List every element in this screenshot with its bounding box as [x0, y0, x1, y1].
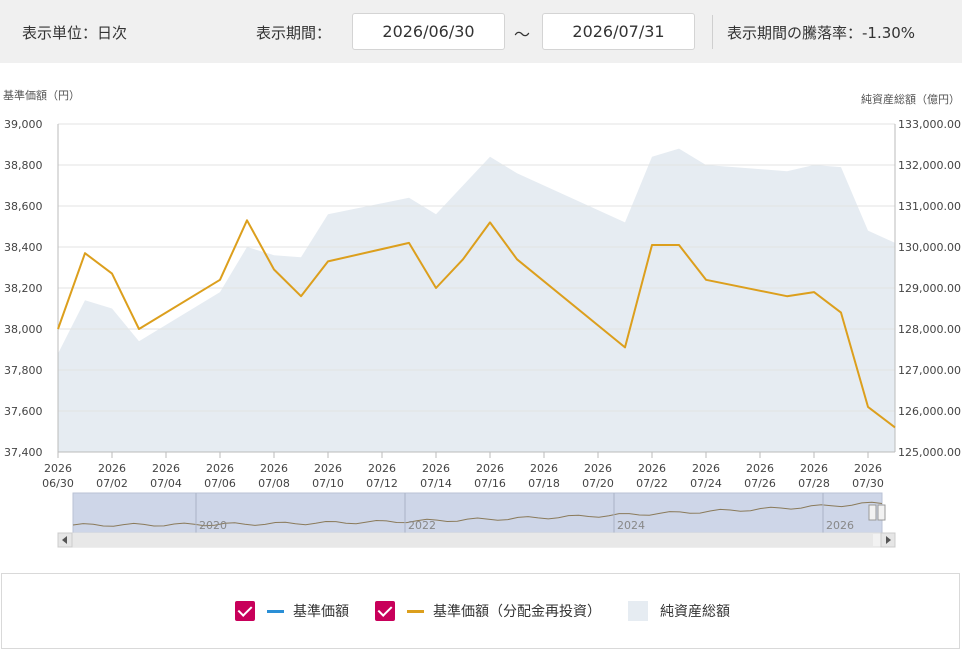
x-tick-label-year: 2026 — [530, 462, 558, 475]
y-left-tick-label: 38,800 — [4, 159, 43, 172]
y-right-tick-label: 126,000.00 — [898, 405, 961, 418]
navigator-year-label: 2022 — [408, 519, 436, 532]
x-tick-label-date: 07/28 — [798, 477, 830, 490]
legend-swatch-nav-reinvested — [407, 609, 424, 613]
x-tick-label-date: 07/04 — [150, 477, 182, 490]
x-tick-label-year: 2026 — [422, 462, 450, 475]
x-tick-label-year: 2026 — [584, 462, 612, 475]
legend-swatch-nav — [267, 609, 284, 613]
x-tick-label-year: 2026 — [692, 462, 720, 475]
legend-item-net-assets: 純資産総額 — [628, 600, 730, 622]
y-left-tick-label: 38,600 — [4, 200, 43, 213]
navigator-left-handle[interactable] — [868, 504, 877, 521]
y-left-tick-label: 38,200 — [4, 282, 43, 295]
x-tick-label-date: 07/14 — [420, 477, 452, 490]
x-tick-label-date: 07/18 — [528, 477, 560, 490]
x-tick-label-year: 2026 — [854, 462, 882, 475]
x-tick-label-year: 2026 — [260, 462, 288, 475]
y-left-tick-label: 37,800 — [4, 364, 43, 377]
legend-swatch-net-assets — [628, 601, 648, 621]
navigator-year-label: 2026 — [826, 519, 854, 532]
x-tick-label-date: 07/26 — [744, 477, 776, 490]
x-tick-label-date: 07/16 — [474, 477, 506, 490]
legend-label-nav: 基準価額 — [293, 604, 349, 620]
x-tick-label-year: 2026 — [98, 462, 126, 475]
y-right-tick-label: 129,000.00 — [898, 282, 961, 295]
checkbox-nav[interactable] — [235, 601, 255, 621]
x-tick-label-year: 2026 — [206, 462, 234, 475]
y-right-tick-label: 133,000.00 — [898, 118, 961, 131]
navigator-selection[interactable] — [72, 492, 883, 534]
y-right-tick-label: 127,000.00 — [898, 364, 961, 377]
x-tick-label-year: 2026 — [638, 462, 666, 475]
x-tick-label-year: 2026 — [476, 462, 504, 475]
x-tick-label-date: 07/20 — [582, 477, 614, 490]
right-axis-title: 純資産総額（億円） — [861, 92, 960, 106]
x-tick-label-year: 2026 — [746, 462, 774, 475]
range-navigator[interactable]: 2020 2022 2024 2026 — [57, 492, 896, 548]
x-tick-label-date: 07/12 — [366, 477, 398, 490]
legend-label-net-assets: 純資産総額 — [660, 604, 730, 620]
x-tick-label-year: 2026 — [368, 462, 396, 475]
net-assets-area — [58, 148, 895, 452]
x-tick-label-date: 07/02 — [96, 477, 128, 490]
checkbox-nav-reinvested[interactable] — [375, 601, 395, 621]
y-left-tick-label: 38,000 — [4, 323, 43, 336]
y-right-tick-label: 130,000.00 — [898, 241, 961, 254]
x-tick-label-year: 2026 — [152, 462, 180, 475]
legend: 基準価額 基準価額（分配金再投資） 純資産総額 — [1, 573, 960, 649]
x-tick-label-date: 07/08 — [258, 477, 290, 490]
left-axis-title: 基準価額（円） — [3, 88, 80, 102]
y-right-tick-label: 128,000.00 — [898, 323, 961, 336]
legend-item-nav[interactable]: 基準価額 — [235, 600, 349, 622]
x-tick-label-year: 2026 — [44, 462, 72, 475]
x-tick-label-date: 07/10 — [312, 477, 344, 490]
price-chart: 基準価額（円） 純資産総額（億円） 37,400 37,600 37,800 38,0… — [3, 88, 961, 548]
x-tick-label-year: 2026 — [800, 462, 828, 475]
y-left-tick-label: 38,400 — [4, 241, 43, 254]
y-right-tick-label: 132,000.00 — [898, 159, 961, 172]
x-tick-label-date: 06/30 — [42, 477, 74, 490]
scrollbar-thumb[interactable] — [72, 534, 873, 546]
x-tick-label-year: 2026 — [314, 462, 342, 475]
navigator-year-label: 2024 — [617, 519, 645, 532]
y-left-tick-label: 39,000 — [4, 118, 43, 131]
y-right-tick-label: 131,000.00 — [898, 200, 961, 213]
x-tick-label-date: 07/24 — [690, 477, 722, 490]
x-tick-label-date: 07/22 — [636, 477, 668, 490]
y-right-tick-label: 125,000.00 — [898, 446, 961, 459]
x-tick-label-date: 07/30 — [852, 477, 884, 490]
y-left-tick-label: 37,600 — [4, 405, 43, 418]
navigator-year-label: 2020 — [199, 519, 227, 532]
legend-item-nav-reinvested[interactable]: 基準価額（分配金再投資） — [375, 600, 601, 622]
x-tick-label-date: 07/06 — [204, 477, 236, 490]
legend-label-nav-reinvested: 基準価額（分配金再投資） — [433, 604, 601, 620]
navigator-right-handle[interactable] — [877, 504, 886, 521]
y-left-tick-label: 37,400 — [4, 446, 43, 459]
